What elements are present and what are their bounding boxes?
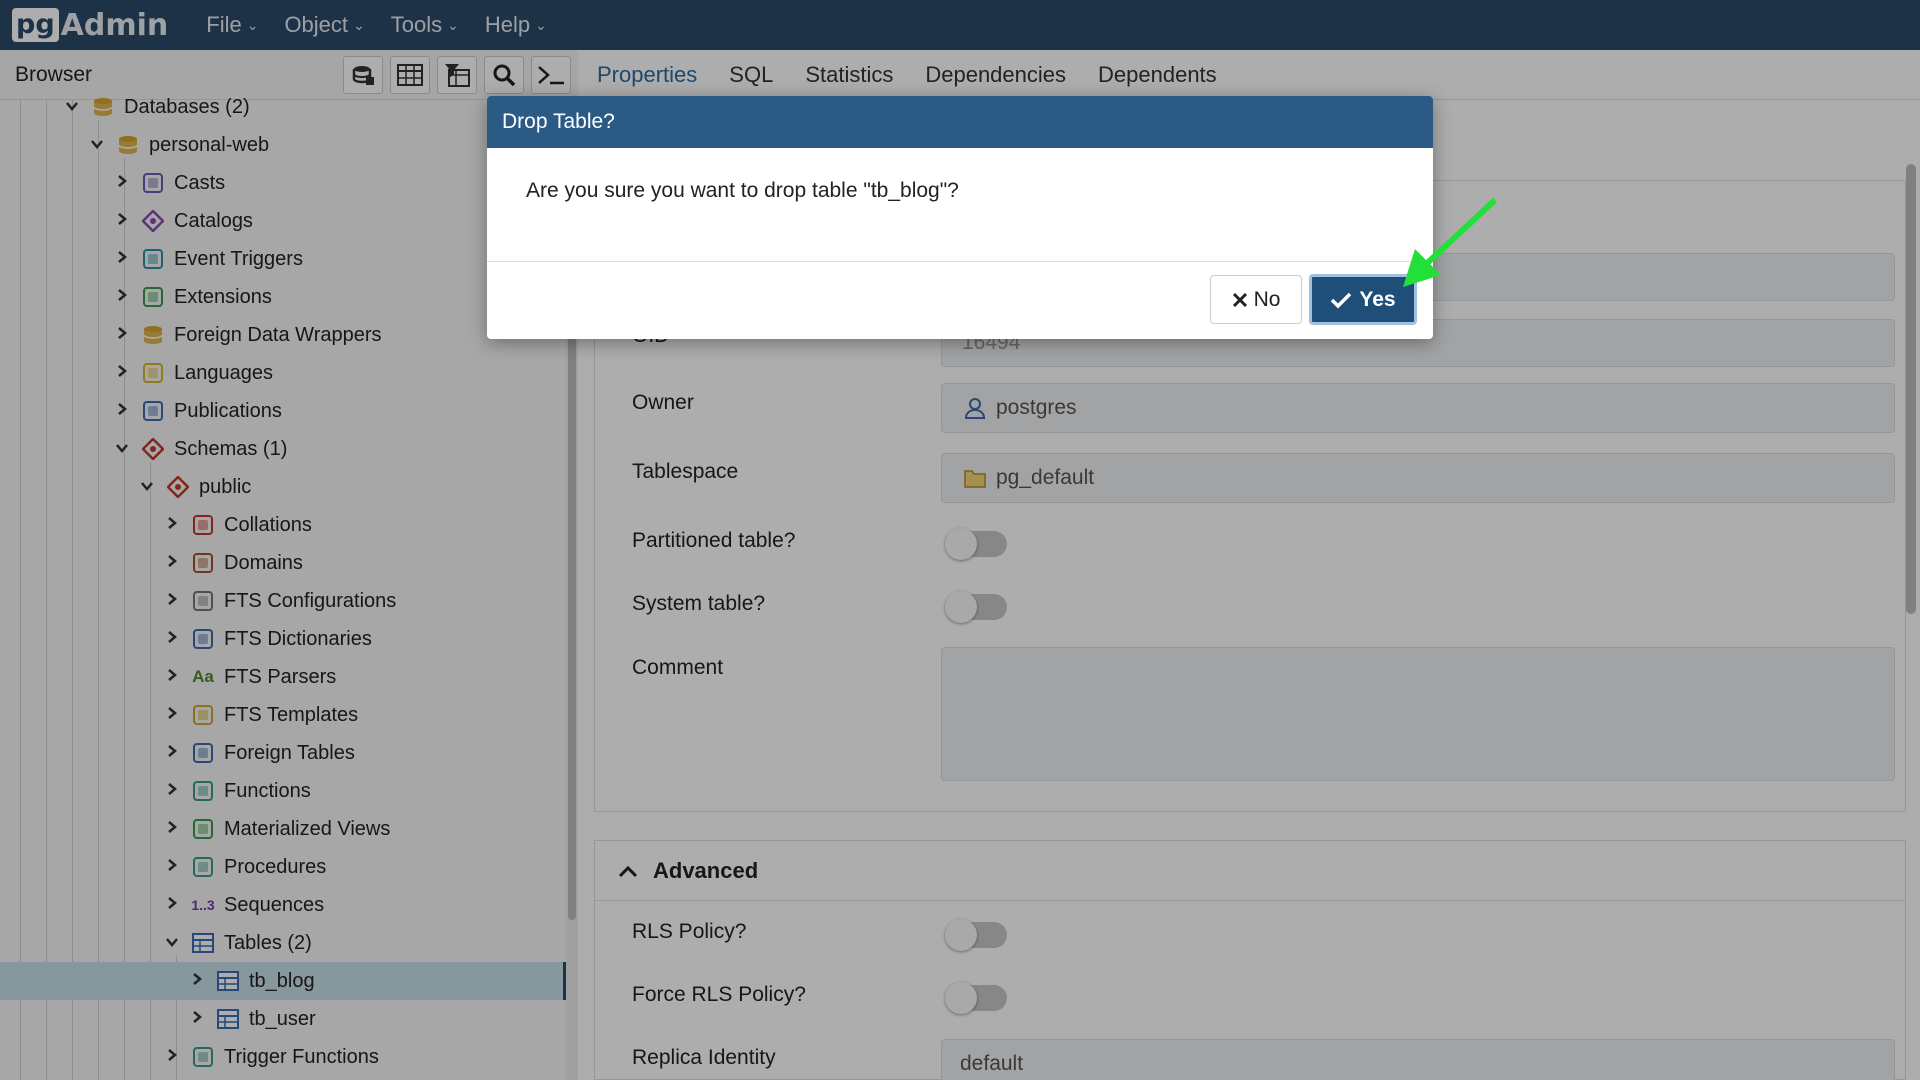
dialog-footer: No Yes: [487, 262, 1433, 339]
no-button-label: No: [1253, 287, 1281, 311]
dialog-title: Drop Table?: [487, 96, 1433, 148]
close-icon: [1232, 292, 1247, 307]
check-icon: [1331, 292, 1352, 308]
no-button[interactable]: No: [1210, 275, 1302, 324]
green-arrow-annotation: [1403, 197, 1498, 287]
drop-table-dialog: Drop Table? Are you sure you want to dro…: [487, 96, 1433, 339]
yes-button-label: Yes: [1359, 287, 1396, 311]
dialog-message: Are you sure you want to drop table "tb_…: [487, 148, 1433, 262]
